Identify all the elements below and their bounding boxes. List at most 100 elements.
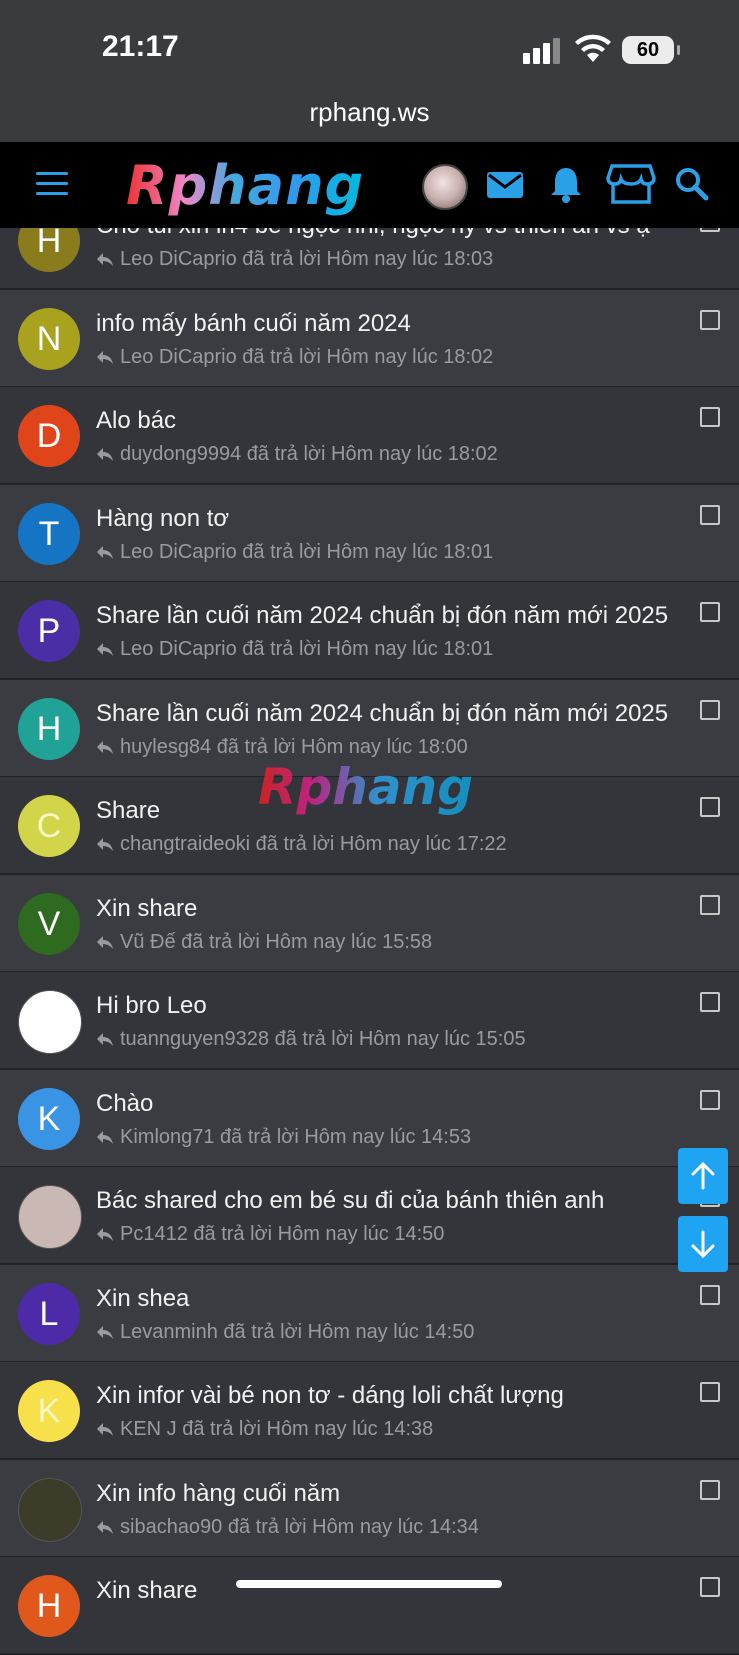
thread-select-checkbox[interactable] <box>700 1382 720 1402</box>
thread-title[interactable]: Xin info hàng cuối năm <box>96 1480 340 1508</box>
thread-last-reply: Leo DiCaprio đã trả lời Hôm nay lúc 18:0… <box>120 638 494 660</box>
thread-title[interactable]: Hi bro Leo <box>96 992 207 1020</box>
thread-last-reply: Leo DiCaprio đã trả lời Hôm nay lúc 18:0… <box>120 248 494 270</box>
thread-avatar[interactable]: H <box>18 1575 80 1637</box>
thread-avatar[interactable] <box>18 990 82 1054</box>
thread-avatar[interactable]: N <box>18 307 80 370</box>
reply-icon <box>97 740 113 754</box>
thread-title[interactable]: Share lần cuối năm 2024 chuẩn bị đón năm… <box>96 602 668 630</box>
thread-select-checkbox[interactable] <box>700 602 720 622</box>
watermark-logo: Rphang <box>258 758 474 816</box>
thread-select-checkbox[interactable] <box>700 1089 720 1110</box>
thread-avatar[interactable]: K <box>18 1087 80 1150</box>
reply-icon <box>97 643 113 656</box>
thread-row[interactable]: T Hàng non tơ Leo DiCaprio đã trả lời Hôm … <box>0 484 739 583</box>
thread-row[interactable]: D Alo bác duydong9994 đã trả lời Hôm nay l… <box>0 387 739 485</box>
site-header: Rphang <box>0 142 739 228</box>
thread-select-checkbox[interactable] <box>700 504 720 525</box>
reply-icon <box>97 350 113 364</box>
thread-title[interactable]: Xin share <box>96 1577 197 1605</box>
thread-avatar[interactable]: C <box>18 795 80 857</box>
thread-select-checkbox[interactable] <box>700 699 720 720</box>
reply-icon <box>97 1130 113 1144</box>
arrow-up-icon <box>691 1161 715 1190</box>
status-time: 21:17 <box>102 30 179 63</box>
thread-select-checkbox[interactable] <box>700 309 720 330</box>
reply-icon <box>97 1423 113 1436</box>
thread-title[interactable]: Hàng non tơ <box>96 505 229 533</box>
store-icon[interactable] <box>606 164 656 204</box>
thread-row[interactable]: Ninfo mấy bánh cuối năm 2024 Leo DiCaprio… <box>0 289 739 388</box>
thread-title[interactable]: Chào <box>96 1090 153 1118</box>
thread-title[interactable]: Bác shared cho em bé su đi của bánh thiê… <box>96 1187 604 1215</box>
thread-avatar[interactable]: V <box>18 892 80 955</box>
reply-icon <box>97 1520 113 1534</box>
thread-row[interactable]: Xin info hàng cuối năm sibachao90 đã trả … <box>0 1459 739 1558</box>
thread-select-checkbox[interactable] <box>700 1479 720 1500</box>
menu-icon[interactable] <box>36 172 68 196</box>
thread-last-reply: sibachao90 đã trả lời Hôm nay lúc 14:34 <box>120 1515 479 1538</box>
search-icon[interactable] <box>674 164 710 204</box>
thread-row[interactable]: Bác shared cho em bé su đi của bánh thiê… <box>0 1167 739 1265</box>
thread-last-reply: tuannguyen9328 đã trả lời Hôm nay lúc 15… <box>120 1028 526 1050</box>
thread-row[interactable]: K Xin infor vài bé non tơ - dáng loli chấ… <box>0 1362 739 1460</box>
thread-avatar[interactable]: L <box>18 1282 80 1345</box>
scroll-down-button[interactable] <box>678 1216 728 1272</box>
thread-last-reply: Levanminh đã trả lời Hôm nay lúc 14:50 <box>120 1320 475 1343</box>
thread-avatar[interactable]: T <box>18 502 80 565</box>
thread-last-reply: Leo DiCaprio đã trả lời Hôm nay lúc 18:0… <box>120 345 494 368</box>
thread-select-checkbox[interactable] <box>700 894 720 915</box>
thread-title[interactable]: Alo bác <box>96 407 176 435</box>
thread-last-reply: duydong9994 đã trả lời Hôm nay lúc 18:02 <box>120 443 498 465</box>
thread-last-reply: changtraideoki đã trả lời Hôm nay lúc 17… <box>120 833 507 855</box>
thread-title[interactable]: Xin share <box>96 895 197 923</box>
thread-title[interactable]: info mấy bánh cuối năm 2024 <box>96 310 411 338</box>
thread-row[interactable]: L Xin shea Levanminh đã trả lời Hôm nay lú… <box>0 1264 739 1363</box>
bell-icon[interactable] <box>548 164 584 204</box>
thread-select-checkbox[interactable] <box>700 1577 720 1597</box>
arrow-down-icon <box>691 1230 715 1259</box>
reply-icon <box>97 448 113 461</box>
thread-select-checkbox[interactable] <box>700 797 720 817</box>
address-bar[interactable]: rphang.ws <box>0 90 739 142</box>
mail-icon[interactable] <box>486 164 524 204</box>
thread-avatar[interactable] <box>18 1477 82 1542</box>
thread-title[interactable]: Xin shea <box>96 1285 189 1313</box>
thread-last-reply: KEN J đã trả lời Hôm nay lúc 14:38 <box>120 1418 434 1440</box>
thread-select-checkbox[interactable] <box>700 1284 720 1305</box>
reply-icon <box>97 838 113 851</box>
thread-avatar[interactable]: P <box>18 600 80 662</box>
thread-avatar[interactable]: D <box>18 405 80 467</box>
thread-title[interactable]: Share <box>96 797 160 825</box>
thread-select-checkbox[interactable] <box>700 407 720 427</box>
site-logo[interactable]: Rphang <box>126 154 364 217</box>
reply-icon <box>97 1033 113 1046</box>
wifi-icon <box>575 34 611 62</box>
status-bar: 21:17 60 <box>0 0 739 90</box>
user-avatar[interactable] <box>422 164 468 210</box>
home-indicator[interactable] <box>236 1580 502 1588</box>
thread-select-checkbox[interactable] <box>700 992 720 1012</box>
thread-title[interactable]: Xin infor vài bé non tơ - dáng loli chất… <box>96 1382 564 1410</box>
thread-avatar[interactable]: K <box>18 1380 80 1442</box>
thread-row[interactable]: P Share lần cuối năm 2024 chuẩn bị đón nă… <box>0 582 739 680</box>
thread-last-reply: Kimlong71 đã trả lời Hôm nay lúc 14:53 <box>120 1125 472 1148</box>
thread-title[interactable]: Share lần cuối năm 2024 chuẩn bị đón năm… <box>96 700 668 728</box>
cellular-signal-icon <box>523 38 560 64</box>
thread-last-reply: huylesg84 đã trả lời Hôm nay lúc 18:00 <box>120 735 468 758</box>
thread-avatar[interactable] <box>18 1185 82 1249</box>
thread-row[interactable]: Hi bro Leo tuannguyen9328 đã trả lời Hôm … <box>0 972 739 1070</box>
thread-row[interactable]: H Xin share <box>0 1557 739 1655</box>
thread-last-reply: Pc1412 đã trả lời Hôm nay lúc 14:50 <box>120 1223 445 1245</box>
reply-icon <box>97 935 113 949</box>
reply-icon <box>97 545 113 559</box>
thread-last-reply: Vũ Đế đã trả lời Hôm nay lúc 15:58 <box>120 930 433 953</box>
thread-row[interactable]: K Chào Kimlong71 đã trả lời Hôm nay lúc 14… <box>0 1069 739 1168</box>
reply-icon <box>97 1325 113 1339</box>
thread-last-reply: Leo DiCaprio đã trả lời Hôm nay lúc 18:0… <box>120 540 494 563</box>
reply-icon <box>97 1228 113 1241</box>
thread-row[interactable]: V Xin share Vũ Đế đã trả lời Hôm nay lúc 1… <box>0 874 739 973</box>
reply-icon <box>97 253 113 266</box>
scroll-up-button[interactable] <box>678 1148 728 1204</box>
thread-avatar[interactable]: H <box>18 697 80 760</box>
